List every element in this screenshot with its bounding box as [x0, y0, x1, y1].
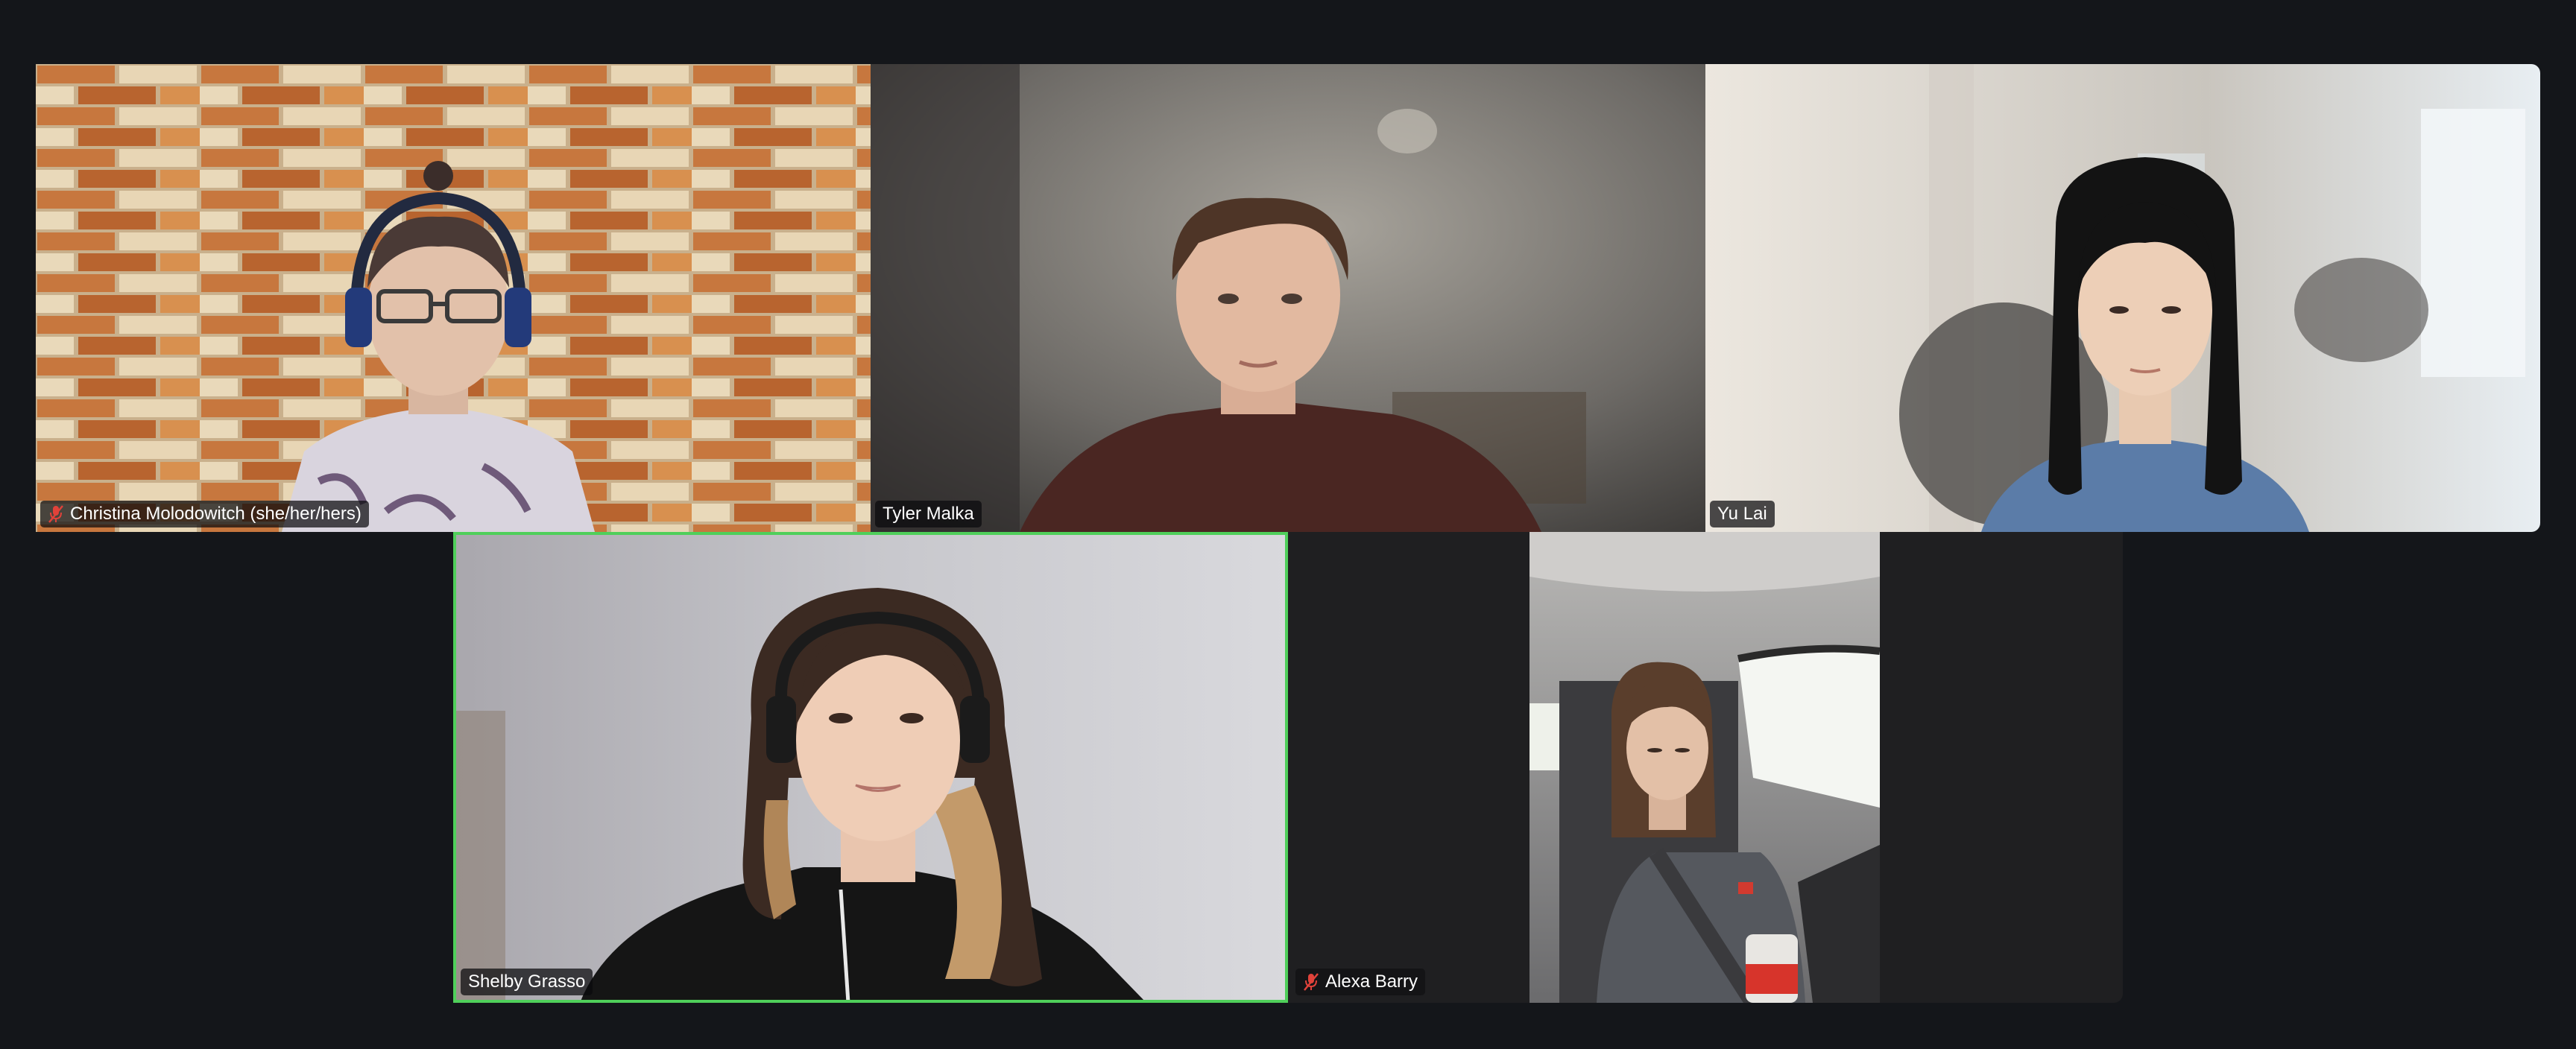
participant-tile-tyler[interactable]: Tyler Malka	[871, 64, 1705, 532]
participant-name-tag: Shelby Grasso	[461, 969, 593, 995]
participant-video	[871, 64, 1705, 532]
participant-tile-shelby[interactable]: Shelby Grasso	[453, 532, 1288, 1003]
participant-name: Christina Molodowitch (she/her/hers)	[70, 504, 362, 524]
participant-video	[36, 64, 871, 532]
participant-name: Tyler Malka	[883, 504, 974, 524]
participant-name-tag: Christina Molodowitch (she/her/hers)	[40, 501, 369, 527]
gallery-view: Christina Molodowitch (she/her/hers) Tyl…	[0, 0, 2576, 1049]
participant-name-tag: Tyler Malka	[875, 501, 982, 527]
participant-tile-alexa[interactable]: Alexa Barry	[1288, 532, 2123, 1003]
participant-video	[1530, 532, 1880, 1003]
participant-video-container	[1530, 532, 1880, 1003]
participant-name: Shelby Grasso	[468, 972, 586, 992]
participant-name-tag: Yu Lai	[1710, 501, 1775, 527]
participant-video	[1705, 64, 2540, 532]
participant-name: Yu Lai	[1717, 504, 1767, 524]
participant-video	[453, 532, 1288, 1003]
microphone-muted-icon	[1304, 973, 1319, 991]
microphone-muted-icon	[48, 505, 63, 523]
participant-name-tag: Alexa Barry	[1295, 969, 1426, 995]
participant-tile-christina[interactable]: Christina Molodowitch (she/her/hers)	[36, 64, 871, 532]
participant-name: Alexa Barry	[1325, 972, 1418, 992]
participant-tile-yu[interactable]: Yu Lai	[1705, 64, 2540, 532]
